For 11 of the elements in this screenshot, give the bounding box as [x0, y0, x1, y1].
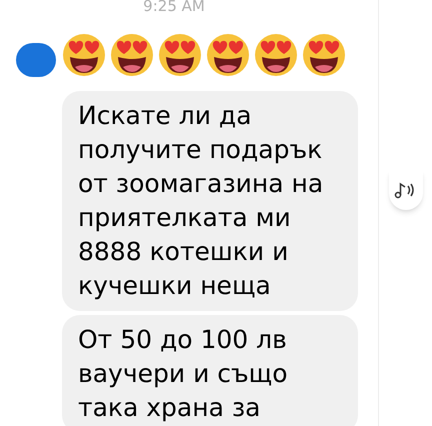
- audio-button[interactable]: [388, 170, 422, 210]
- heart-eyes-emoji-icon: [254, 33, 298, 77]
- heart-eyes-emoji-icon: [110, 33, 154, 77]
- avatar[interactable]: [16, 43, 56, 77]
- message-bubble: Искате ли да получите подарък от зоомагазина на приятелката ми 8888 котешки и кучешки неща: [62, 91, 358, 311]
- heart-eyes-emoji-icon: [62, 33, 106, 77]
- heart-eyes-emoji-icon: [206, 33, 250, 77]
- heart-eyes-emoji-icon: [158, 33, 202, 77]
- timestamp: 9:25 AM: [143, 0, 205, 14]
- heart-eyes-emoji-icon: [302, 33, 346, 77]
- message-bubble: От 50 до 100 лв ваучери и също така храна за: [62, 315, 358, 426]
